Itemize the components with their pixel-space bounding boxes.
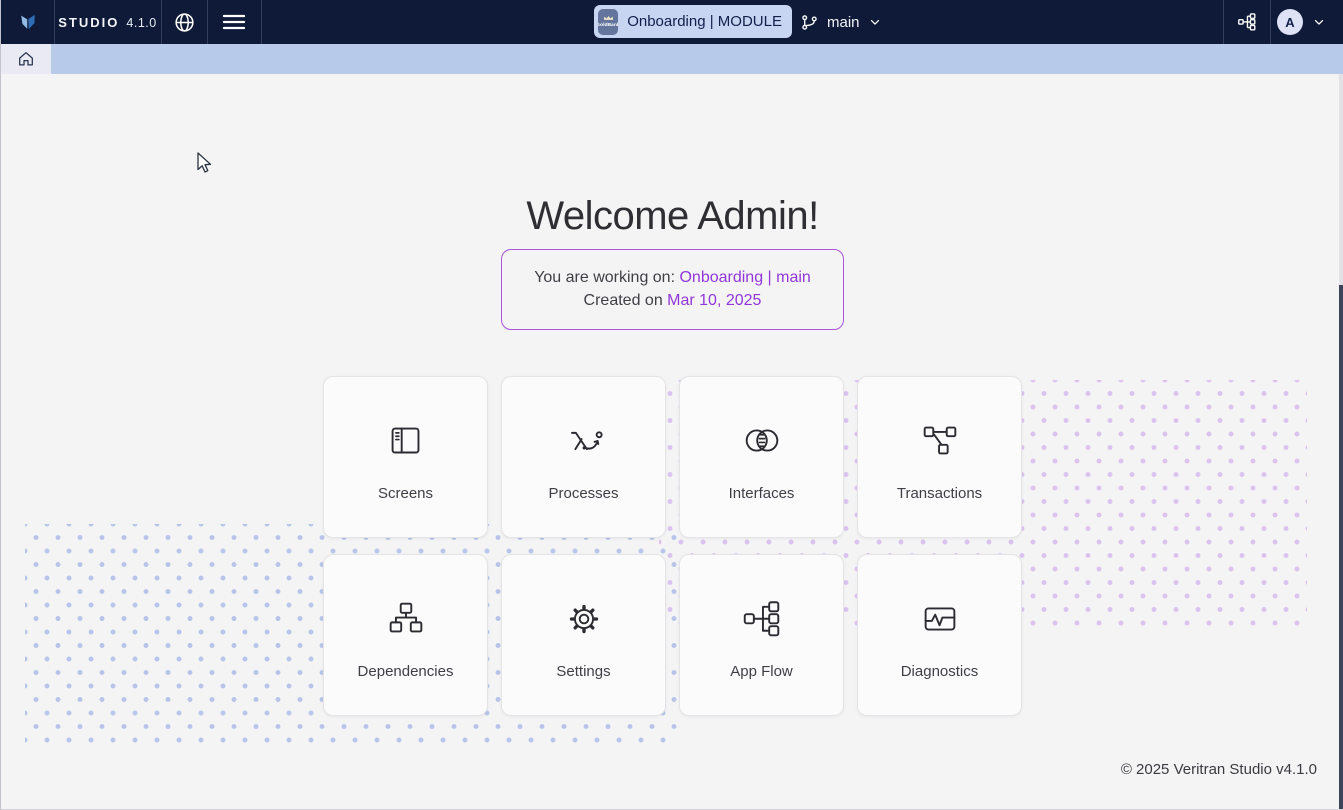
card-label: Processes bbox=[548, 485, 619, 502]
project-branch-link[interactable]: Onboarding | main bbox=[679, 269, 810, 286]
environments-button[interactable] bbox=[1223, 0, 1270, 44]
divider bbox=[261, 0, 262, 44]
git-branch-icon bbox=[802, 14, 817, 30]
card-screens[interactable]: Screens bbox=[323, 376, 488, 538]
goldbank-badge: GoldBank bbox=[598, 8, 619, 35]
working-on-prefix: You are working on: bbox=[534, 269, 680, 286]
card-settings[interactable]: Settings bbox=[501, 554, 666, 716]
tab-home[interactable] bbox=[1, 44, 51, 74]
branch-selector[interactable]: main bbox=[800, 0, 882, 44]
branch-name: main bbox=[827, 13, 860, 31]
brand-block: STUDIO 4.1.0 bbox=[54, 0, 161, 44]
veritran-logo-icon bbox=[20, 14, 35, 30]
created-date-link[interactable]: Mar 10, 2025 bbox=[667, 292, 761, 309]
divider bbox=[1270, 0, 1271, 44]
chevron-down-icon bbox=[870, 19, 879, 25]
card-app-flow[interactable]: App Flow bbox=[679, 554, 844, 716]
chevron-down-icon bbox=[1314, 19, 1324, 25]
copyright-text: © 2025 Veritran Studio v4.1.0 bbox=[1120, 761, 1317, 778]
card-label: Screens bbox=[377, 485, 434, 502]
language-button[interactable] bbox=[161, 0, 207, 44]
user-menu[interactable]: A bbox=[1277, 0, 1326, 44]
card-label: Transactions bbox=[896, 485, 983, 502]
diagnostics-icon bbox=[916, 595, 964, 643]
card-label: Diagnostics bbox=[900, 663, 979, 680]
card-label: App Flow bbox=[730, 663, 793, 680]
hamburger-menu-icon bbox=[222, 14, 246, 30]
card-transactions[interactable]: Transactions bbox=[857, 376, 1022, 538]
badge-label: GoldBank bbox=[598, 21, 618, 28]
card-processes[interactable]: Processes bbox=[501, 376, 666, 538]
sitemap-icon bbox=[1237, 13, 1255, 31]
created-on-line: Created on Mar 10, 2025 bbox=[584, 292, 762, 310]
home-icon bbox=[19, 52, 33, 66]
app-window: STUDIO 4.1.0 oldBan Onboarding | MODULE … bbox=[0, 0, 1343, 810]
brand-version: 4.1.0 bbox=[126, 15, 157, 30]
app-logo[interactable] bbox=[1, 0, 54, 44]
settings-gear-icon bbox=[560, 595, 608, 643]
crown-icon bbox=[603, 15, 613, 20]
card-diagnostics[interactable]: Diagnostics bbox=[857, 554, 1022, 716]
created-on-prefix: Created on bbox=[583, 292, 668, 309]
app-flow-icon bbox=[738, 595, 786, 643]
brand-name: STUDIO bbox=[58, 14, 120, 30]
screens-icon bbox=[382, 417, 430, 465]
module-selector-chip[interactable]: GoldBank Onboarding | MODULE bbox=[594, 5, 792, 38]
processes-icon bbox=[560, 417, 608, 465]
scrollbar-thumb[interactable] bbox=[1339, 285, 1343, 809]
transactions-icon bbox=[916, 417, 964, 465]
interfaces-icon bbox=[738, 417, 786, 465]
card-label: Dependencies bbox=[357, 663, 454, 680]
card-dependencies[interactable]: Dependencies bbox=[323, 554, 488, 716]
card-label: Settings bbox=[556, 663, 611, 680]
tab-strip bbox=[1, 44, 1343, 74]
avatar: A bbox=[1277, 9, 1303, 35]
module-chip-label: Onboarding | MODULE bbox=[627, 13, 782, 30]
dependencies-icon bbox=[382, 595, 430, 643]
working-on-box: You are working on: Onboarding | main Cr… bbox=[501, 249, 844, 330]
card-interfaces[interactable]: Interfaces bbox=[679, 376, 844, 538]
menu-button[interactable] bbox=[207, 0, 261, 44]
page-title: Welcome Admin! bbox=[526, 194, 819, 238]
main-content: Welcome Admin! You are working on: Onboa… bbox=[1, 74, 1343, 809]
working-on-line: You are working on: Onboarding | main bbox=[534, 269, 811, 287]
globe-icon bbox=[174, 12, 194, 32]
top-bar: STUDIO 4.1.0 oldBan Onboarding | MODULE … bbox=[1, 0, 1343, 44]
card-label: Interfaces bbox=[728, 485, 795, 502]
